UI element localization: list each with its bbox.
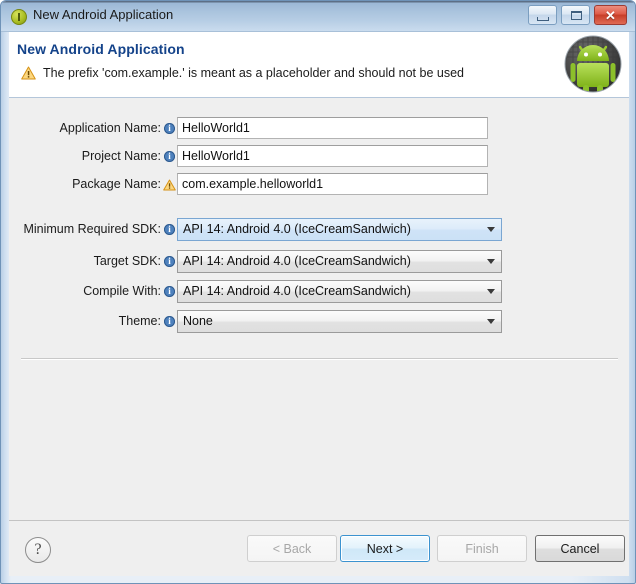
window-title: New Android Application (33, 7, 174, 22)
field-row-theme: Theme: None (9, 309, 629, 333)
new-android-application-dialog: New Android Application ✕ New Android Ap… (0, 0, 636, 584)
theme-dropdown[interactable]: None (177, 309, 502, 333)
field-row-package-name: Package Name: (9, 172, 629, 196)
page-title: New Android Application (17, 41, 185, 57)
maximize-button[interactable] (561, 5, 590, 25)
header-message: The prefix 'com.example.' is meant as a … (21, 66, 464, 80)
info-icon (162, 315, 177, 327)
wizard-body: Application Name: Project Name: Package … (9, 98, 629, 520)
label-theme: Theme: (118, 314, 161, 328)
info-icon (162, 285, 177, 297)
chevron-down-icon (481, 226, 501, 232)
label-package-name: Package Name: (72, 177, 161, 191)
field-row-project-name: Project Name: (9, 144, 629, 168)
section-divider (21, 358, 618, 360)
label-project-name: Project Name: (81, 149, 161, 163)
target-sdk-value: API 14: Android 4.0 (IceCreamSandwich) (183, 254, 411, 268)
minimize-icon (537, 17, 549, 21)
warning-icon (162, 178, 177, 191)
info-icon (162, 122, 177, 134)
close-icon: ✕ (605, 8, 616, 23)
info-icon (162, 223, 177, 235)
label-compile-with: Compile With: (83, 284, 161, 298)
field-row-application-name: Application Name: (9, 116, 629, 140)
compile-with-dropdown[interactable]: API 14: Android 4.0 (IceCreamSandwich) (177, 279, 502, 303)
label-target-sdk: Target SDK: (93, 254, 161, 268)
next-button[interactable]: Next > (340, 535, 430, 562)
label-application-name: Application Name: (59, 121, 161, 135)
minimize-button[interactable] (528, 5, 557, 25)
chevron-down-icon (481, 258, 501, 264)
application-name-input[interactable] (177, 117, 488, 139)
wizard-footer: ? < Back Next > Finish Cancel (9, 520, 629, 576)
theme-value: None (183, 314, 213, 328)
minimum-required-sdk-dropdown[interactable]: API 14: Android 4.0 (IceCreamSandwich) (177, 217, 502, 241)
field-row-target-sdk: Target SDK: API 14: Android 4.0 (IceCrea… (9, 249, 629, 273)
chevron-down-icon (481, 288, 501, 294)
android-robot-icon (563, 34, 623, 94)
finish-button[interactable]: Finish (437, 535, 527, 562)
wizard-header: New Android Application The prefix 'com.… (9, 32, 629, 98)
field-row-minimum-required-sdk: Minimum Required SDK: API 14: Android 4.… (9, 217, 629, 241)
title-bar[interactable]: New Android Application ✕ (1, 1, 635, 32)
info-icon (162, 255, 177, 267)
compile-with-value: API 14: Android 4.0 (IceCreamSandwich) (183, 284, 411, 298)
back-button[interactable]: < Back (247, 535, 337, 562)
chevron-down-icon (481, 318, 501, 324)
project-name-input[interactable] (177, 145, 488, 167)
label-minimum-required-sdk: Minimum Required SDK: (23, 222, 161, 236)
eclipse-wizard-icon (11, 9, 27, 25)
info-icon (162, 150, 177, 162)
target-sdk-dropdown[interactable]: API 14: Android 4.0 (IceCreamSandwich) (177, 249, 502, 273)
maximize-icon (571, 11, 582, 20)
close-button[interactable]: ✕ (594, 5, 627, 25)
warning-icon (21, 66, 36, 80)
header-message-text: The prefix 'com.example.' is meant as a … (43, 66, 464, 80)
package-name-input[interactable] (177, 173, 488, 195)
minimum-required-sdk-value: API 14: Android 4.0 (IceCreamSandwich) (183, 222, 411, 236)
help-button[interactable]: ? (25, 537, 51, 563)
field-row-compile-with: Compile With: API 14: Android 4.0 (IceCr… (9, 279, 629, 303)
cancel-button[interactable]: Cancel (535, 535, 625, 562)
